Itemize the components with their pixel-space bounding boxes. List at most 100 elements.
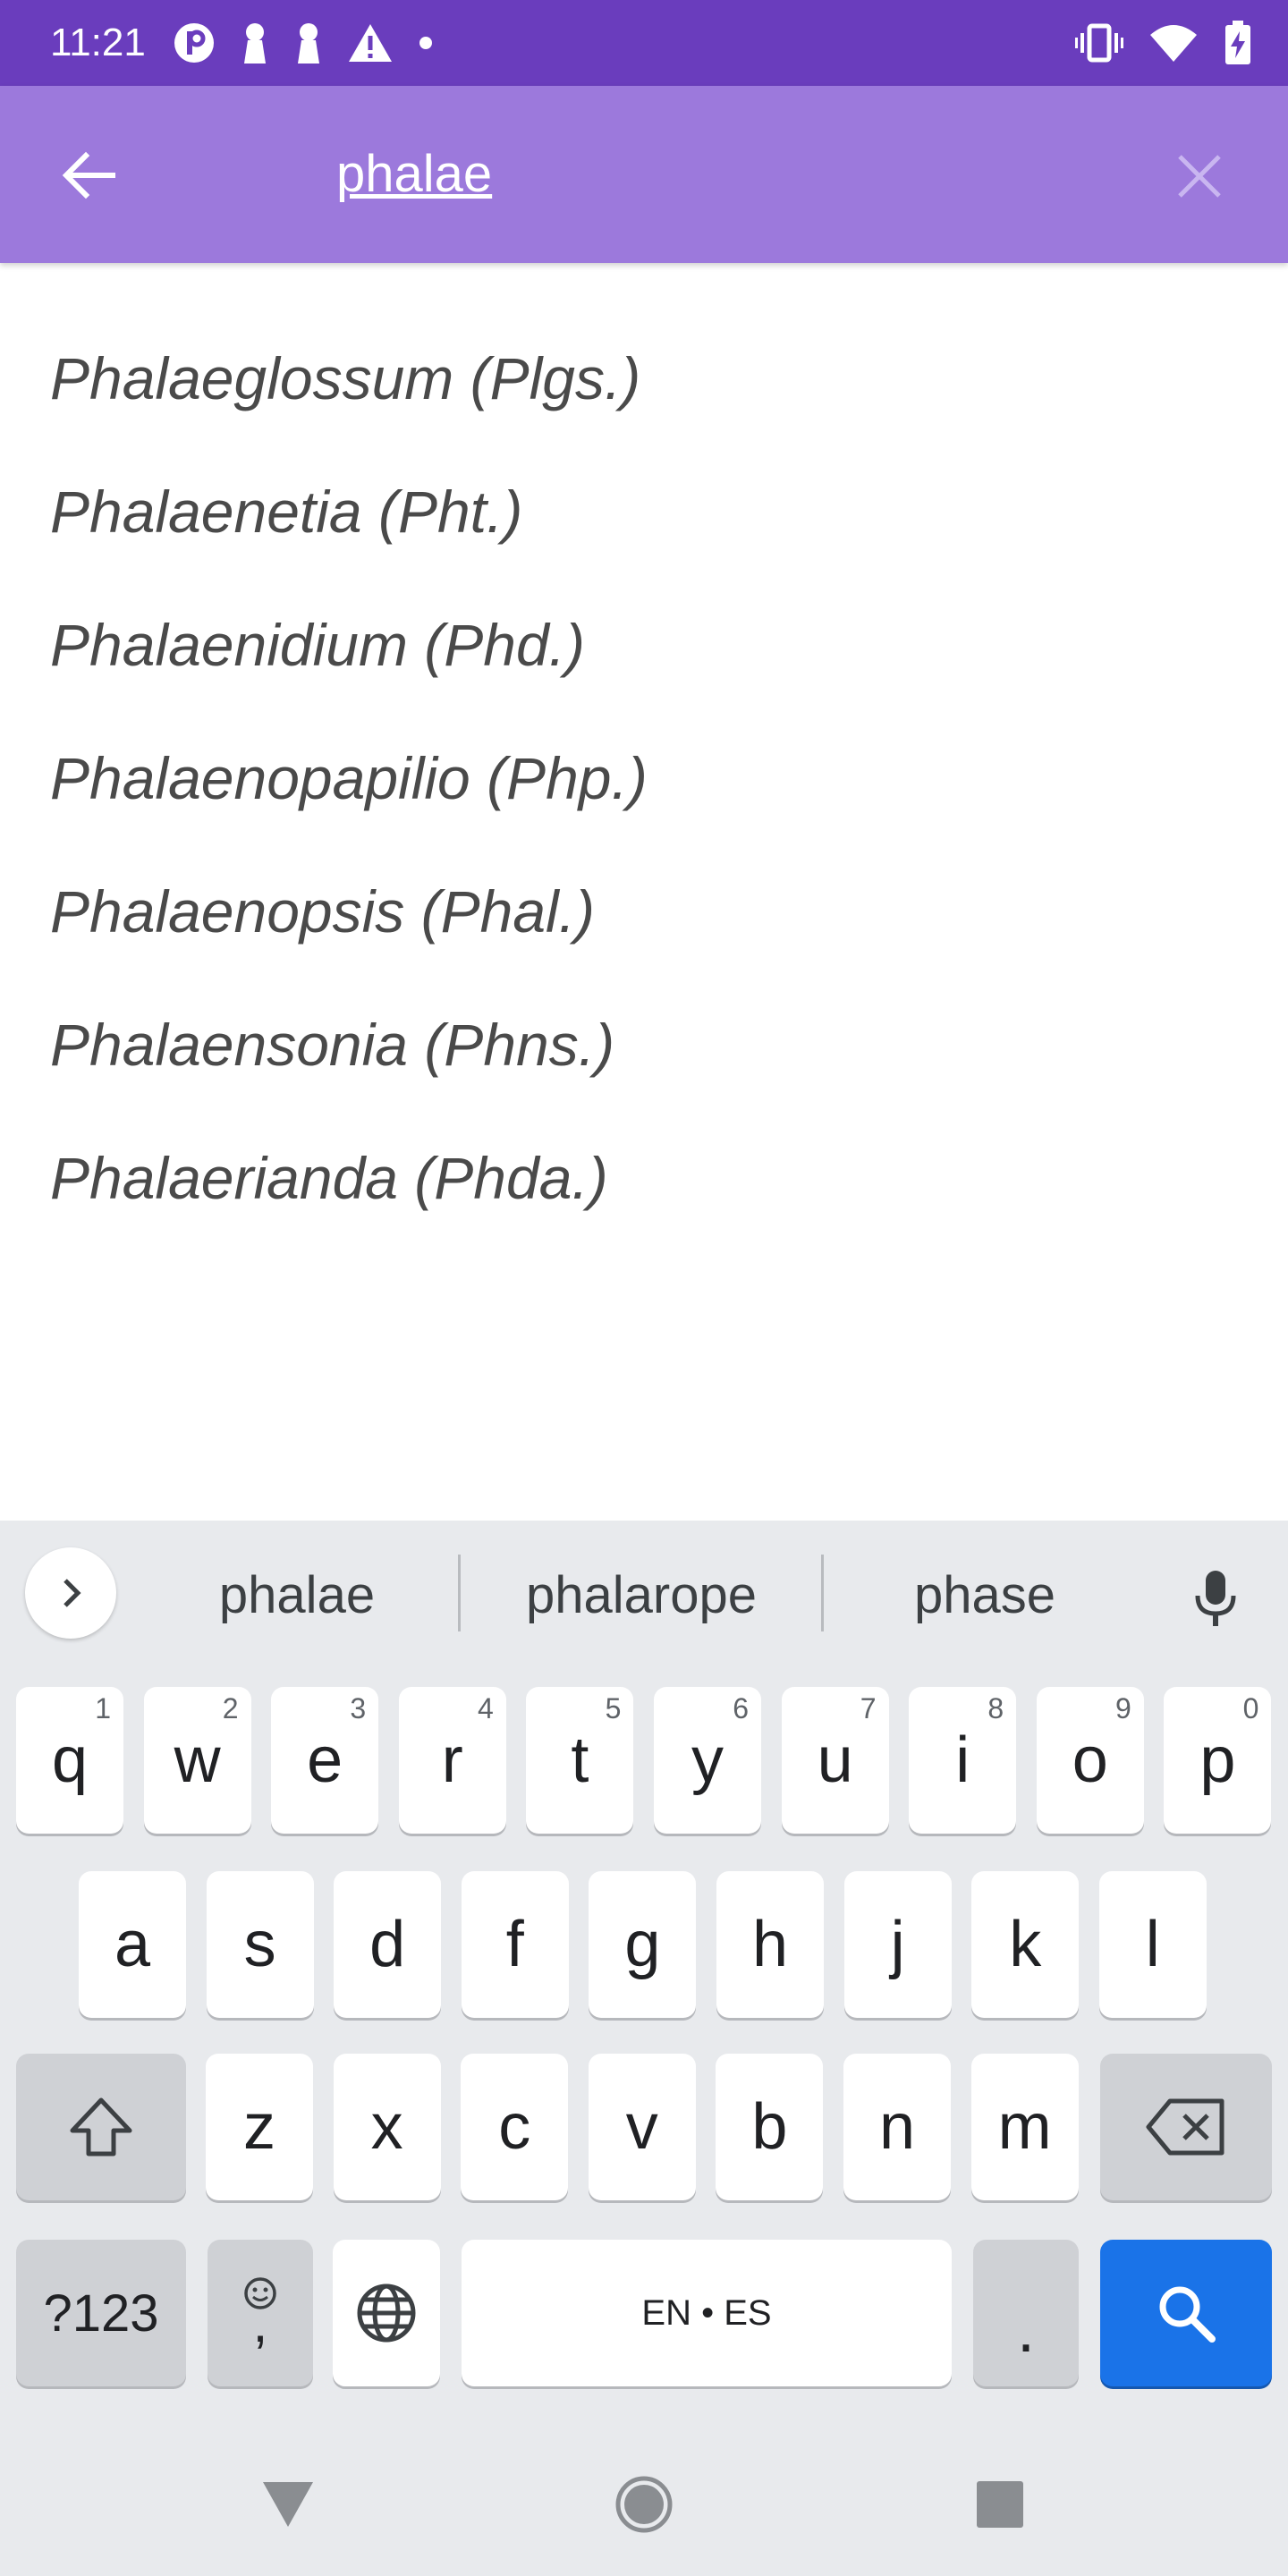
key-a[interactable]: a <box>79 1871 186 2018</box>
key-q[interactable]: q1 <box>16 1687 123 1834</box>
key-n[interactable]: n <box>843 2054 951 2200</box>
key-label: m <box>997 2091 1052 2163</box>
key-label: r <box>441 1724 463 1796</box>
key-h[interactable]: h <box>716 1871 824 2018</box>
nav-recents-button[interactable] <box>964 2469 1036 2540</box>
notification-icons <box>172 20 435 66</box>
expand-toolbar-button[interactable] <box>25 1547 116 1639</box>
key-label: g <box>624 1909 661 1980</box>
key-b[interactable]: b <box>716 2054 824 2200</box>
dot-icon <box>417 34 435 52</box>
result-item[interactable]: Phalaenetia (Pht.) <box>50 445 1213 578</box>
key-i[interactable]: i8 <box>909 1687 1017 1834</box>
back-button[interactable] <box>54 141 122 209</box>
search-app-bar <box>0 86 1288 263</box>
key-y[interactable]: y6 <box>654 1687 761 1834</box>
key-w[interactable]: w2 <box>143 1687 251 1834</box>
key-label: i <box>955 1724 970 1796</box>
triangle-back-icon <box>263 2482 313 2527</box>
space-key[interactable]: EN • ES <box>462 2240 952 2386</box>
suggestion-divider <box>458 1555 461 1631</box>
key-f[interactable]: f <box>461 1871 569 2018</box>
key-label: t <box>571 1724 589 1796</box>
search-input[interactable] <box>336 129 1141 218</box>
key-hint: 9 <box>1115 1692 1131 1724</box>
key-g[interactable]: g <box>589 1871 697 2018</box>
arrow-back-icon <box>62 151 115 199</box>
key-label: w <box>174 1724 221 1796</box>
nav-back-button[interactable] <box>252 2469 324 2540</box>
shift-key[interactable] <box>16 2054 186 2200</box>
clear-search-button[interactable] <box>1168 145 1231 208</box>
symbols-key[interactable]: ?123 <box>16 2240 186 2386</box>
key-r[interactable]: r4 <box>398 1687 506 1834</box>
key-label: l <box>1145 1909 1160 1980</box>
comma-emoji-key[interactable]: , <box>208 2240 313 2386</box>
key-u[interactable]: u7 <box>781 1687 889 1834</box>
key-v[interactable]: v <box>588 2054 696 2200</box>
key-label: e <box>307 1724 343 1796</box>
soft-keyboard: phalae phalarope phase ?123 , EN • ES . … <box>0 1521 1288 2576</box>
chevron-right-icon <box>64 1579 81 1607</box>
key-o[interactable]: o9 <box>1036 1687 1144 1834</box>
key-hint: 8 <box>987 1692 1004 1724</box>
key-hint: 5 <box>605 1692 622 1724</box>
key-label: n <box>878 2091 916 2163</box>
status-bar: 11:21 <box>0 0 1288 86</box>
search-key[interactable] <box>1100 2240 1272 2386</box>
backspace-icon <box>1146 2098 1224 2156</box>
result-item[interactable]: Phalaenopapilio (Php.) <box>50 711 1213 844</box>
suggestion-divider <box>821 1555 824 1631</box>
key-label: o <box>1072 1724 1108 1796</box>
result-item[interactable]: Phalaeglossum (Plgs.) <box>50 311 1213 445</box>
vibrate-icon <box>1075 22 1123 64</box>
search-icon <box>1159 2286 1216 2343</box>
voice-input-button[interactable] <box>1179 1562 1252 1635</box>
key-j[interactable]: j <box>843 1871 952 2018</box>
globe-icon <box>357 2284 416 2343</box>
key-k[interactable]: k <box>971 1871 1080 2018</box>
key-hint: 6 <box>733 1692 749 1724</box>
key-label: x <box>370 2091 403 2163</box>
suggestion-3[interactable]: phase <box>828 1551 1141 1640</box>
key-hint: 1 <box>95 1692 111 1724</box>
result-item[interactable]: Phalaerianda (Phda.) <box>50 1111 1213 1244</box>
key-s[interactable]: s <box>206 1871 314 2018</box>
key-hint: 4 <box>478 1692 494 1724</box>
result-item[interactable]: Phalaensonia (Phns.) <box>50 978 1213 1111</box>
suggestion-1[interactable]: phalae <box>143 1551 451 1640</box>
key-l[interactable]: l <box>1098 1871 1207 2018</box>
close-icon <box>1178 155 1221 198</box>
comma-label: , <box>252 2293 268 2353</box>
language-key[interactable] <box>333 2240 440 2386</box>
key-label: c <box>498 2091 531 2163</box>
key-d[interactable]: d <box>334 1871 442 2018</box>
key-hint: 7 <box>860 1692 877 1724</box>
key-label: s <box>243 1909 276 1980</box>
suggestion-2[interactable]: phalarope <box>465 1551 818 1640</box>
shift-icon <box>70 2097 132 2157</box>
p-circle-icon <box>172 21 216 65</box>
key-c[interactable]: c <box>461 2054 569 2200</box>
key-t[interactable]: t5 <box>526 1687 634 1834</box>
key-x[interactable]: x <box>333 2054 441 2200</box>
keyhole-icon <box>293 21 324 65</box>
key-z[interactable]: z <box>206 2054 313 2200</box>
key-label: b <box>751 2091 788 2163</box>
key-hint: 3 <box>350 1692 367 1724</box>
backspace-key[interactable] <box>1100 2054 1272 2200</box>
nav-home-button[interactable] <box>608 2469 680 2540</box>
circle-home-icon <box>615 2476 673 2533</box>
system-icons <box>1075 20 1252 66</box>
period-key[interactable]: . <box>973 2240 1079 2386</box>
key-p[interactable]: p0 <box>1164 1687 1272 1834</box>
key-m[interactable]: m <box>970 2054 1079 2200</box>
key-label: v <box>625 2091 658 2163</box>
key-label: z <box>243 2091 275 2163</box>
result-item[interactable]: Phalaenidium (Phd.) <box>50 578 1213 711</box>
key-hint: 0 <box>1242 1692 1259 1724</box>
result-item[interactable]: Phalaenopsis (Phal.) <box>50 844 1213 978</box>
key-label: j <box>890 1909 905 1980</box>
key-e[interactable]: e3 <box>271 1687 379 1834</box>
key-label: k <box>1009 1909 1042 1980</box>
